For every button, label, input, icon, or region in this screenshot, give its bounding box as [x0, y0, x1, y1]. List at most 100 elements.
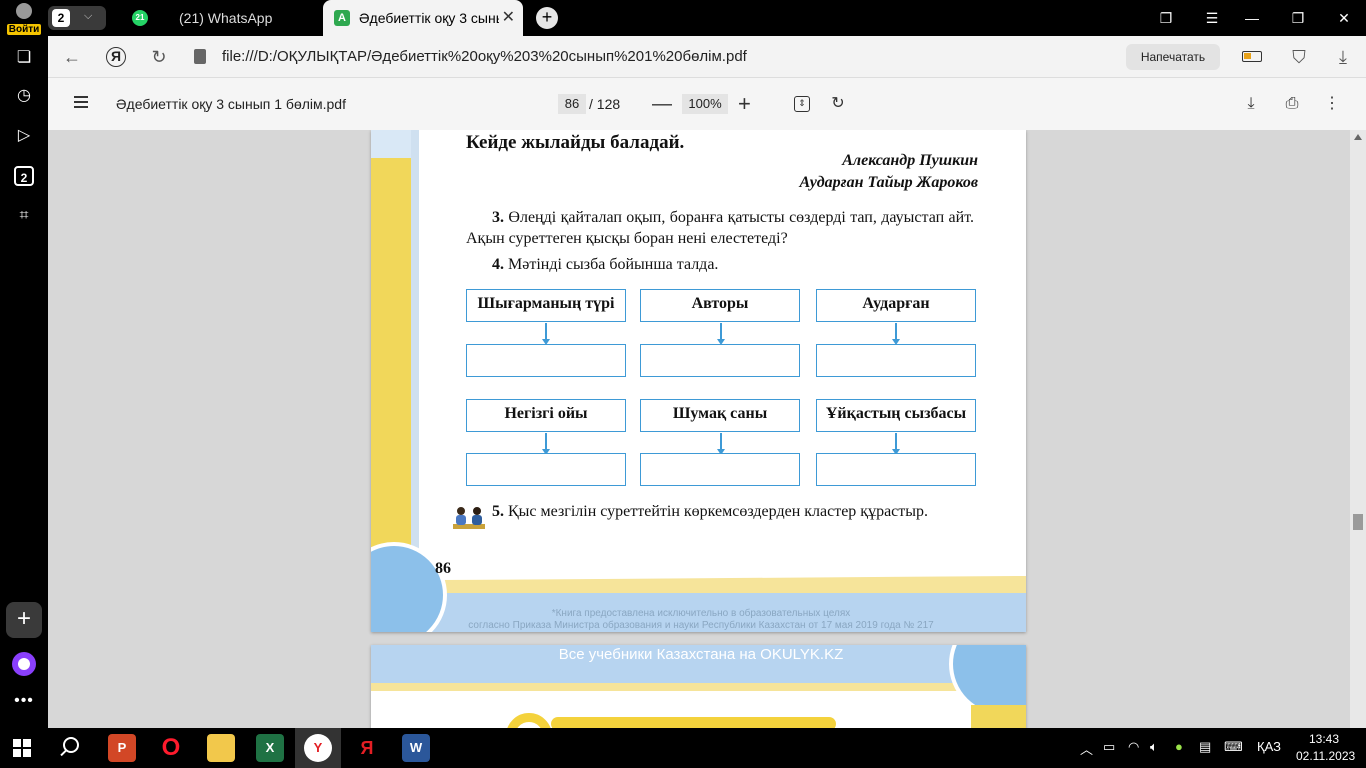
- url-field[interactable]: file:///D:/ОҚУЛЫҚТАР/Әдебиеттік%20оқу%20…: [222, 48, 747, 65]
- clock-date[interactable]: 02.11.2023: [1296, 749, 1355, 763]
- word-icon[interactable]: W: [402, 734, 430, 762]
- print-page-button[interactable]: Напечатать: [1126, 44, 1220, 70]
- diagram-header-box: Негізгі ойы: [466, 399, 626, 432]
- diagram-answer-box: [640, 453, 800, 486]
- zoom-out-button[interactable]: —: [652, 93, 672, 116]
- protect-icon[interactable]: ⛉: [1288, 46, 1310, 68]
- diagram-header-box: Аударған: [816, 289, 976, 322]
- language-indicator[interactable]: ҚАЗ: [1257, 739, 1281, 754]
- reload-icon[interactable]: ↻: [148, 46, 170, 68]
- rotate-icon[interactable]: ↻: [828, 94, 848, 114]
- search-icon[interactable]: [63, 737, 79, 753]
- history-icon[interactable]: ◷: [12, 84, 36, 108]
- excel-icon[interactable]: X: [256, 734, 284, 762]
- collections-icon[interactable]: ❏: [12, 46, 36, 70]
- login-button[interactable]: Войти: [6, 2, 42, 35]
- poem-author: Александр Пушкин: [842, 152, 978, 169]
- scrollbar-thumb[interactable]: [1353, 514, 1363, 530]
- watermark-banner: Все учебники Казахстана на OKULYK.KZ: [558, 646, 844, 663]
- more-options-icon[interactable]: ⋮: [1322, 94, 1342, 114]
- task-number: 5.: [492, 503, 504, 520]
- tab-whatsapp[interactable]: 21 (21) WhatsApp: [124, 0, 320, 36]
- diagram-header-box: Ұйқастың сызбасы: [816, 399, 976, 432]
- vertical-scrollbar[interactable]: [1350, 130, 1366, 728]
- volume-icon[interactable]: 🔈︎: [1150, 739, 1158, 755]
- download-icon[interactable]: ⤓: [1241, 94, 1261, 114]
- pdf-viewer[interactable]: Кейде жылайды баладай. Александр Пушкин …: [48, 130, 1350, 728]
- browser-tab-strip: Войти 2 ⌵ 21 (21) WhatsApp A Әдебиеттік …: [0, 0, 1366, 36]
- arrow-down-icon: [542, 433, 549, 455]
- page-decoration: [371, 158, 411, 598]
- opera-icon[interactable]: O: [157, 734, 185, 762]
- page-number-input[interactable]: 86: [558, 94, 586, 114]
- task-4: 4. Мәтінді сызба бойынша талда.: [492, 256, 718, 274]
- user-avatar-icon: [16, 3, 32, 19]
- pdf-title: Әдебиеттік оқу 3 сынып 1 бөлім.pdf: [116, 96, 346, 112]
- download-icon[interactable]: ⤓: [1332, 46, 1354, 68]
- page-decoration: [411, 130, 419, 560]
- diagram-answer-box: [466, 453, 626, 486]
- restore-icon[interactable]: ❐: [1288, 8, 1308, 28]
- notification-icon[interactable]: ▤: [1199, 739, 1211, 755]
- hamburger-menu-icon[interactable]: [74, 96, 88, 108]
- arrow-down-icon: [717, 433, 724, 455]
- print-icon[interactable]: ⎙: [1282, 94, 1302, 114]
- collections-icon[interactable]: ❐: [1156, 8, 1176, 28]
- scroll-up-icon[interactable]: [1354, 134, 1362, 140]
- pdf-toolbar: Әдебиеттік оқу 3 сынып 1 бөлім.pdf 86 / …: [48, 78, 1366, 130]
- yandex-icon[interactable]: Я: [106, 47, 126, 67]
- arrow-down-icon: [542, 323, 549, 345]
- battery-saver-icon[interactable]: [1242, 51, 1262, 62]
- page-number: 86: [435, 560, 451, 577]
- chevron-down-icon: ⌵: [84, 10, 93, 22]
- yandex-browser-icon[interactable]: Y: [304, 734, 332, 762]
- fit-page-icon[interactable]: ⇕: [794, 96, 810, 112]
- back-arrow-icon[interactable]: ←: [61, 46, 83, 68]
- new-tab-button[interactable]: +: [536, 7, 558, 29]
- video-play-icon[interactable]: ▷: [12, 124, 36, 148]
- task-text: Өлеңді қайталап оқып, боранға қатысты сө…: [466, 209, 975, 247]
- task-text: Мәтінді сызба бойынша талда.: [508, 256, 719, 273]
- task-number: 3.: [492, 209, 504, 226]
- diagram-answer-box: [816, 453, 976, 486]
- screenshot-camera-icon[interactable]: ⌗: [12, 204, 36, 228]
- close-tab-icon[interactable]: ✕: [502, 0, 515, 36]
- more-icon[interactable]: •••: [12, 692, 36, 710]
- tab-count-badge: 2: [52, 9, 70, 27]
- diagram-header-box: Авторы: [640, 289, 800, 322]
- diagram-answer-box: [816, 344, 976, 377]
- zoom-level-input[interactable]: 100%: [682, 94, 728, 114]
- close-window-icon[interactable]: ✕: [1334, 8, 1354, 28]
- pdf-page: Все учебники Казахстана на OKULYK.KZ: [371, 645, 1026, 728]
- address-bar: ← Я ↻ file:///D:/ОҚУЛЫҚТАР/Әдебиеттік%20…: [48, 36, 1366, 78]
- wifi-icon[interactable]: ◠: [1128, 739, 1139, 755]
- battery-icon[interactable]: ▭: [1103, 739, 1115, 755]
- tab-groups-button[interactable]: 2 ⌵: [48, 6, 106, 30]
- windows-start-icon[interactable]: [13, 739, 31, 757]
- powerpoint-icon[interactable]: P: [108, 734, 136, 762]
- clock-time[interactable]: 13:43: [1309, 732, 1339, 746]
- yandex-disk-icon[interactable]: ●: [1175, 739, 1183, 754]
- page-decoration: [971, 705, 1026, 728]
- yandex-icon[interactable]: Я: [353, 734, 381, 762]
- page-decoration: [506, 713, 552, 728]
- keyboard-icon[interactable]: ⌨: [1224, 739, 1243, 755]
- tab-count-icon[interactable]: 2: [14, 166, 34, 186]
- task-text: Қыс мезгілін суреттейтін көркемсөздерден…: [508, 503, 929, 520]
- poem-line: Кейде жылайды баладай.: [466, 132, 685, 153]
- file-explorer-icon[interactable]: [207, 734, 235, 762]
- tab-pdf-document[interactable]: A Әдебиеттік оқу 3 сынып 1 бөлім.pdf ✕: [323, 0, 523, 36]
- pair-work-icon: [453, 507, 485, 529]
- arrow-down-icon: [717, 323, 724, 345]
- login-label: Войти: [6, 24, 42, 35]
- notice-line: согласно Приказа Министра образования и …: [468, 620, 934, 631]
- task-3: 3. Өлеңді қайталап оқып, боранға қатысты…: [466, 207, 974, 249]
- menu-icon[interactable]: ☰: [1202, 8, 1222, 28]
- add-sidebar-button[interactable]: +: [6, 602, 42, 638]
- minimize-icon[interactable]: —: [1242, 8, 1262, 28]
- alice-assistant-icon[interactable]: [12, 652, 36, 676]
- page-total: / 128: [589, 96, 621, 112]
- zoom-in-button[interactable]: +: [738, 91, 751, 117]
- chevron-up-icon[interactable]: ︿: [1080, 739, 1093, 758]
- page-decoration: [371, 683, 971, 691]
